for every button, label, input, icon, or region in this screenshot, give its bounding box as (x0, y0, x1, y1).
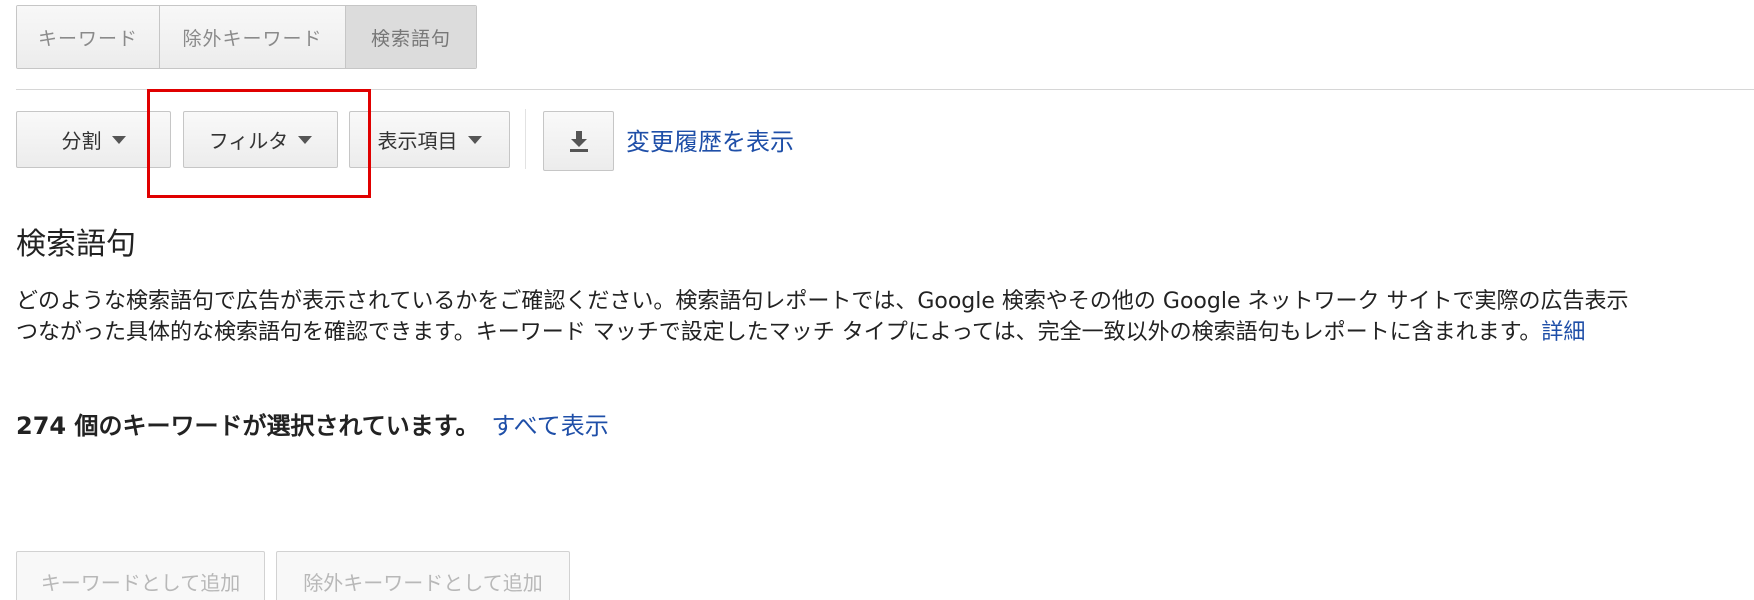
page-title: 検索語句 (16, 227, 136, 262)
tab-negative-keywords[interactable]: 除外キーワード (160, 6, 346, 68)
selection-status: 274 個のキーワードが選択されています。 すべて表示 (16, 406, 609, 441)
show-all-link[interactable]: すべて表示 (491, 412, 608, 440)
detail-link[interactable]: 詳細 (1541, 320, 1585, 345)
caret-down-icon (111, 135, 126, 144)
section-description: どのような検索語句で広告が表示されているかをご確認ください。検索語句レポートでは… (16, 286, 1754, 348)
columns-label: 表示項目 (377, 129, 458, 153)
annotation-highlight-box (147, 89, 371, 198)
add-as-keyword-button[interactable]: キーワードとして追加 (16, 551, 265, 600)
download-icon (569, 131, 588, 152)
description-line-2-text: つながった具体的な検索語句を確認できます。キーワード マッチで設定したマッチ タ… (16, 320, 1542, 345)
tab-search-terms[interactable]: 検索語句 (346, 6, 476, 68)
tab-keywords[interactable]: キーワード (17, 6, 160, 68)
tab-bar: キーワード 除外キーワード 検索語句 (16, 5, 477, 69)
page: キーワード 除外キーワード 検索語句 分割 フィルタ 表示項目 変更履歴を表示 … (0, 0, 1754, 600)
add-as-negative-keyword-button[interactable]: 除外キーワードとして追加 (276, 551, 570, 600)
change-history-link[interactable]: 変更履歴を表示 (626, 122, 794, 157)
columns-dropdown-button[interactable]: 表示項目 (349, 111, 510, 168)
toolbar-separator (525, 109, 526, 169)
caret-down-icon (467, 135, 482, 144)
split-label: 分割 (61, 129, 102, 153)
description-line-2: つながった具体的な検索語句を確認できます。キーワード マッチで設定したマッチ タ… (16, 317, 1754, 348)
selected-count-text: 274 個のキーワードが選択されています。 (16, 412, 480, 440)
description-line-1: どのような検索語句で広告が表示されているかをご確認ください。検索語句レポートでは… (16, 289, 1629, 314)
download-button[interactable] (543, 111, 614, 171)
